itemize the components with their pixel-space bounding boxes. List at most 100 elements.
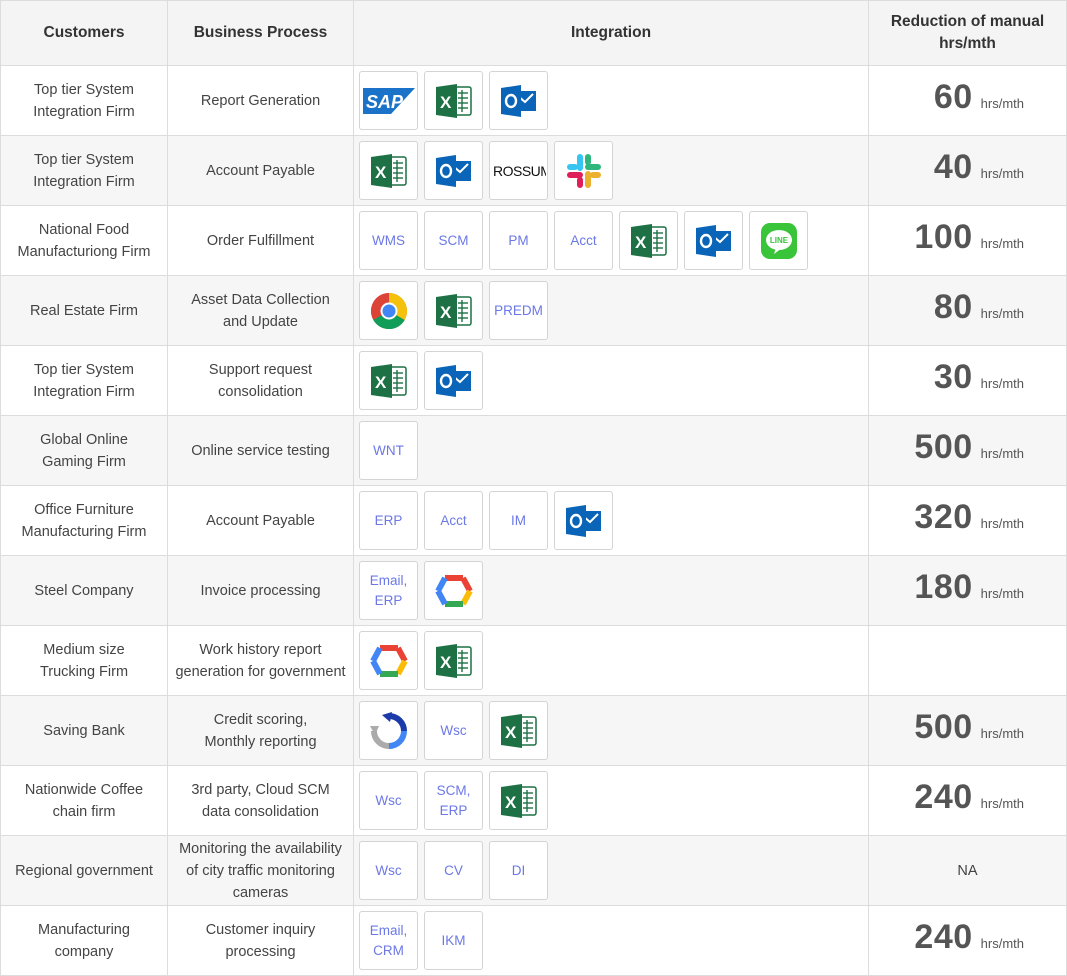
tile-email-erp: Email, ERP [359, 561, 418, 620]
hours-number: 100 [914, 218, 973, 256]
reduction-cell: 320 hrs/mth [869, 486, 1066, 555]
svg-text:X: X [440, 93, 452, 112]
hours-number: 320 [914, 498, 973, 536]
business-process-cell: Online service testing [168, 416, 354, 485]
reduction-cell: 30 hrs/mth [869, 346, 1066, 415]
hours-number: 500 [914, 708, 973, 746]
outlook-icon [424, 141, 483, 200]
business-process-cell: Support request consolidation [168, 346, 354, 415]
table-row: Top tier System Integration Firm Support … [1, 346, 1066, 416]
reduction-cell: 40 hrs/mth [869, 136, 1066, 205]
excel-icon: X [619, 211, 678, 270]
hours-unit: hrs/mth [980, 446, 1024, 461]
hours-number: 500 [914, 428, 973, 466]
hours-unit: hrs/mth [980, 936, 1024, 951]
tile-di: DI [489, 841, 548, 900]
integration-cell: Wsc SCM, ERP X [354, 766, 869, 835]
chrome-icon [359, 281, 418, 340]
slack-icon [554, 141, 613, 200]
business-process-cell: Credit scoring, Monthly reporting [168, 696, 354, 765]
integration-cell: ERP Acct IM [354, 486, 869, 555]
hours-unit: hrs/mth [980, 96, 1024, 111]
sap-icon: SAP [359, 71, 418, 130]
reduction-cell: 240 hrs/mth [869, 766, 1066, 835]
tile-cv: CV [424, 841, 483, 900]
hours-number: 30 [933, 358, 973, 396]
excel-icon: X [424, 631, 483, 690]
customer-cell: Regional government [1, 836, 168, 905]
excel-icon: X [489, 701, 548, 760]
header-reduction: Reduction of manual hrs/mth [890, 13, 1045, 52]
header-integration: Integration [354, 1, 869, 65]
tile-wms: WMS [359, 211, 418, 270]
tile-ikm: IKM [424, 911, 483, 970]
integration-cell: WNT [354, 416, 869, 485]
table-row: Manufacturing company Customer inquiry pr… [1, 906, 1066, 976]
business-process-cell: Asset Data Collection and Update [168, 276, 354, 345]
google-cloud-icon [424, 561, 483, 620]
tile-scm: SCM [424, 211, 483, 270]
na-label: NA [957, 862, 978, 879]
hours-unit: hrs/mth [980, 236, 1024, 251]
table-row: Office Furniture Manufacturing Firm Accou… [1, 486, 1066, 556]
customer-cell: Manufacturing company [1, 906, 168, 975]
reduction-cell [869, 626, 1066, 695]
hours-number: 240 [914, 778, 973, 816]
reduction-value: 60 hrs/mth [875, 80, 1060, 115]
customer-cell: Top tier System Integration Firm [1, 136, 168, 205]
business-process-cell: Monitoring the availability of city traf… [168, 836, 354, 905]
integration-cell: Email, CRM IKM [354, 906, 869, 975]
customer-cell: Medium size Trucking Firm [1, 626, 168, 695]
excel-icon: X [489, 771, 548, 830]
customer-cell: Global Online Gaming Firm [1, 416, 168, 485]
header-customers: Customers [1, 1, 168, 65]
customer-cell: Steel Company [1, 556, 168, 625]
table-row: Medium size Trucking Firm Work history re… [1, 626, 1066, 696]
recaptcha-icon [359, 701, 418, 760]
integration-cell: X PREDM [354, 276, 869, 345]
excel-icon: X [424, 281, 483, 340]
reduction-cell: 60 hrs/mth [869, 66, 1066, 135]
hours-number: 240 [914, 918, 973, 956]
reduction-value: 180 hrs/mth [875, 568, 1060, 606]
outlook-icon [684, 211, 743, 270]
table-row: Global Online Gaming Firm Online service … [1, 416, 1066, 486]
reduction-cell: 500 hrs/mth [869, 696, 1066, 765]
table-row: National Food Manufacturiong Firm Order F… [1, 206, 1066, 276]
hours-number: 40 [933, 148, 973, 186]
table-row: Top tier System Integration Firm Account … [1, 136, 1066, 206]
tile-email-crm: Email, CRM [359, 911, 418, 970]
hours-unit: hrs/mth [980, 796, 1024, 811]
svg-text:X: X [505, 793, 517, 812]
line-icon: LINE [749, 211, 808, 270]
hours-number: 80 [933, 288, 973, 326]
tile-predm: PREDM [489, 281, 548, 340]
table-row: Real Estate Firm Asset Data Collection an… [1, 276, 1066, 346]
reduction-cell: 240 hrs/mth [869, 906, 1066, 975]
reduction-value: 100 hrs/mth [875, 218, 1060, 256]
business-process-cell: Account Payable [168, 486, 354, 555]
reduction-cell: 100 hrs/mth [869, 206, 1066, 275]
table-row: Regional government Monitoring the availa… [1, 836, 1066, 906]
reduction-value: 40 hrs/mth [875, 148, 1060, 186]
excel-icon: X [359, 141, 418, 200]
business-process-cell: Account Payable [168, 136, 354, 205]
integration-cell: Wsc X [354, 696, 869, 765]
integration-cell: X [354, 626, 869, 695]
reduction-value: 500 hrs/mth [875, 428, 1060, 466]
reduction-cell: 80 hrs/mth [869, 276, 1066, 345]
svg-text:X: X [505, 723, 517, 742]
svg-text:X: X [440, 653, 452, 672]
reduction-cell: NA [869, 836, 1066, 905]
hours-unit: hrs/mth [980, 586, 1024, 601]
integration-cell: SAP X [354, 66, 869, 135]
customer-cell: Saving Bank [1, 696, 168, 765]
header-business-process: Business Process [168, 1, 354, 65]
integration-cell: X ROSSUM [354, 136, 869, 205]
excel-icon: X [424, 71, 483, 130]
integration-cell: Wsc CV DI [354, 836, 869, 905]
hours-unit: hrs/mth [980, 376, 1024, 391]
svg-text:ROSSUM: ROSSUM [493, 163, 546, 179]
tile-wnt: WNT [359, 421, 418, 480]
hours-number: 180 [914, 568, 973, 606]
